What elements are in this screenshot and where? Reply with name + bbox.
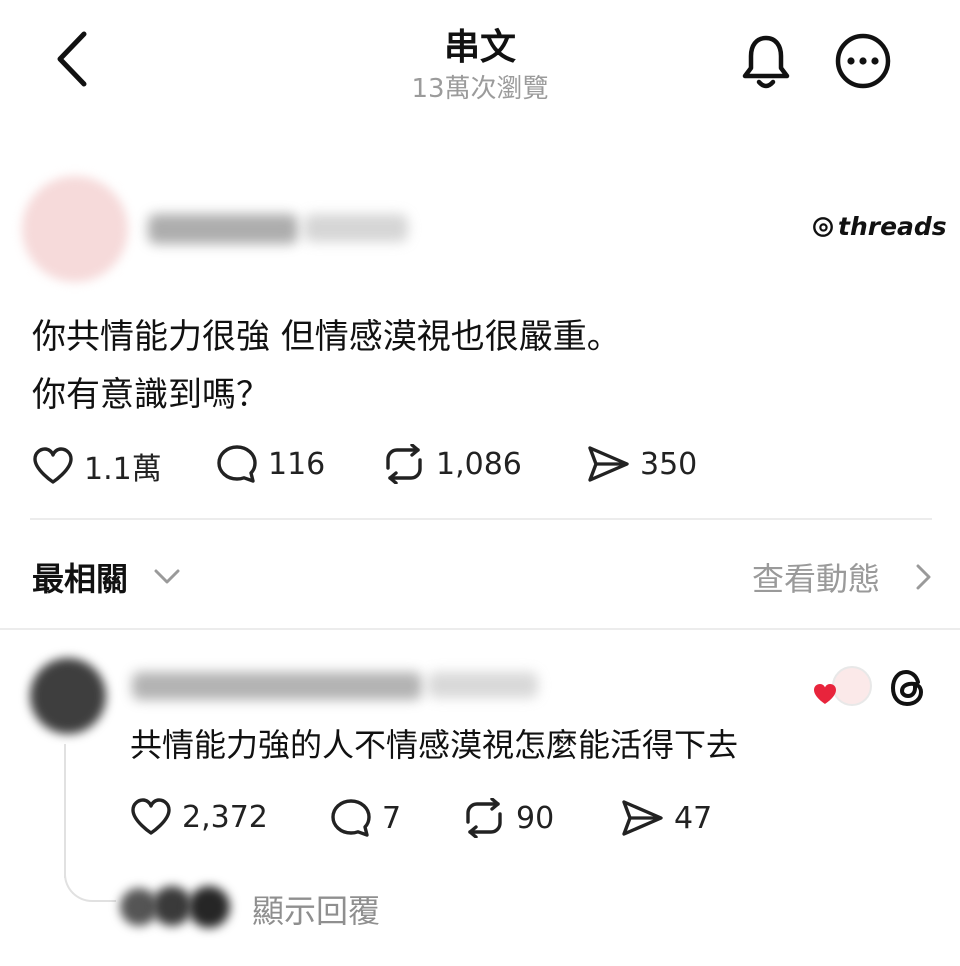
comment-count: 116 — [268, 446, 326, 482]
reply-author-blurred[interactable] — [132, 672, 422, 700]
post-text-line: 你有意識到嗎？ — [32, 375, 270, 415]
reply-avatar[interactable] — [30, 658, 106, 734]
reply-repost-button[interactable]: 90 — [462, 798, 554, 838]
like-button[interactable]: 1.1萬 — [32, 444, 162, 488]
page-title: 串文 — [443, 27, 516, 68]
comment-icon — [217, 445, 257, 483]
reply-share-count: 47 — [674, 800, 713, 836]
reply-comment-button[interactable]: 7 — [330, 798, 401, 838]
repost-icon — [386, 444, 422, 484]
bell-icon — [742, 35, 790, 89]
view-activity-label: 查看動態 — [752, 560, 881, 598]
repost-button[interactable]: 1,086 — [382, 444, 522, 484]
repost-count: 1,086 — [436, 446, 522, 482]
chevron-right-icon — [916, 564, 931, 590]
avatar[interactable] — [22, 176, 128, 282]
post-text-line: 你共情能力很強 但情感漠視也很嚴重。 — [32, 317, 621, 357]
view-count: 13萬次瀏覽 — [411, 74, 549, 104]
brand-label: threads — [838, 212, 947, 241]
reply-comment-count: 7 — [382, 800, 402, 836]
divider — [30, 518, 932, 520]
reply-text: 共情能力強的人不情感漠視怎麼能活得下去 — [130, 726, 739, 764]
author-name-blurred[interactable] — [148, 214, 298, 244]
replier-avatar — [188, 886, 230, 928]
notification-button[interactable] — [738, 32, 794, 92]
threads-app-button[interactable] — [884, 664, 932, 712]
author-liked-badge — [812, 664, 872, 708]
more-icon — [835, 33, 891, 89]
divider — [0, 628, 960, 630]
show-replies-label: 顯示回覆 — [252, 892, 381, 930]
share-button[interactable]: 350 — [586, 444, 697, 484]
reply-like-button[interactable]: 2,372 — [130, 798, 268, 836]
comment-button[interactable]: 116 — [216, 444, 325, 484]
comment-icon — [331, 799, 371, 837]
share-count: 350 — [640, 446, 698, 482]
threads-logo-icon — [813, 216, 833, 237]
like-count: 1.1萬 — [84, 452, 162, 487]
replier-avatar — [152, 886, 192, 926]
threads-logo-icon — [890, 669, 924, 707]
reply-repost-count: 90 — [516, 800, 555, 836]
repost-icon — [466, 798, 502, 838]
threads-brand: threads — [812, 212, 947, 241]
heart-icon — [33, 447, 73, 484]
post-text: 你共情能力很強 但情感漠視也很嚴重。 你有意識到嗎？ — [32, 308, 621, 424]
reply-thread-curve — [64, 866, 116, 902]
chevron-down-icon — [154, 569, 180, 584]
heart-badge-icon — [814, 684, 836, 704]
reply-thread-line — [64, 744, 66, 878]
reply-like-count: 2,372 — [182, 799, 268, 835]
liked-avatar — [832, 666, 872, 706]
post-time-blurred — [304, 214, 408, 242]
show-replies-button[interactable]: 顯示回覆 — [116, 880, 416, 932]
share-icon — [622, 800, 663, 836]
heart-icon — [131, 798, 171, 835]
reply-share-button[interactable]: 47 — [620, 798, 712, 838]
share-icon — [588, 446, 629, 482]
sort-label: 最相關 — [32, 560, 129, 598]
sort-dropdown[interactable]: 最相關 — [32, 554, 192, 598]
more-options-button[interactable] — [834, 32, 892, 90]
reply-time-blurred — [428, 672, 538, 698]
view-activity-link[interactable]: 查看動態 — [752, 554, 938, 598]
